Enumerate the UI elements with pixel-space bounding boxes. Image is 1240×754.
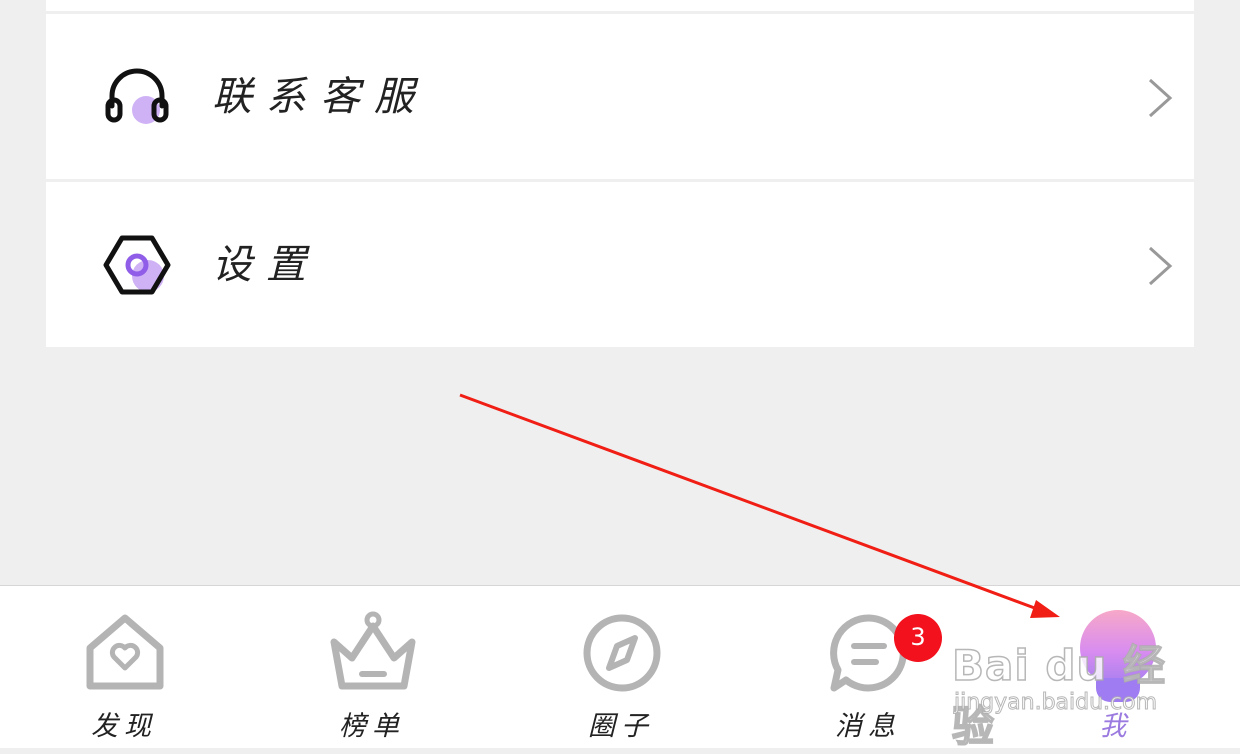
avatar-icon[interactable] <box>1080 610 1156 686</box>
compass-icon <box>583 614 661 692</box>
tab-circle[interactable]: 圈子 <box>551 586 691 748</box>
chevron-right-icon <box>1148 246 1173 286</box>
settings-hexagon-icon <box>103 235 171 295</box>
tab-ranking[interactable]: 榜单 <box>302 586 442 748</box>
crown-icon <box>330 611 416 690</box>
message-count-badge: 3 <box>894 614 942 662</box>
headset-icon <box>105 68 169 124</box>
bottom-tab-bar: 发现 榜单 圈子 消息 我 <box>0 585 1240 748</box>
tab-label: 发现 <box>91 711 157 742</box>
tab-label: 圈子 <box>588 711 654 742</box>
chevron-right-icon <box>1148 78 1173 118</box>
tab-label: 消息 <box>835 711 901 742</box>
tab-discover[interactable]: 发现 <box>54 586 194 748</box>
tab-label: 我 <box>1099 711 1133 742</box>
menu-item-label: 设置 <box>212 242 320 288</box>
tab-messages[interactable]: 消息 <box>798 586 938 748</box>
home-heart-icon <box>86 614 164 690</box>
previous-card-edge <box>46 0 1194 11</box>
menu-item-settings[interactable]: 设置 <box>46 182 1194 347</box>
menu-item-contact-service[interactable]: 联系客服 <box>46 14 1194 179</box>
tab-label: 榜单 <box>339 711 405 742</box>
avatar-base <box>1096 678 1140 702</box>
menu-item-label: 联系客服 <box>212 74 428 120</box>
